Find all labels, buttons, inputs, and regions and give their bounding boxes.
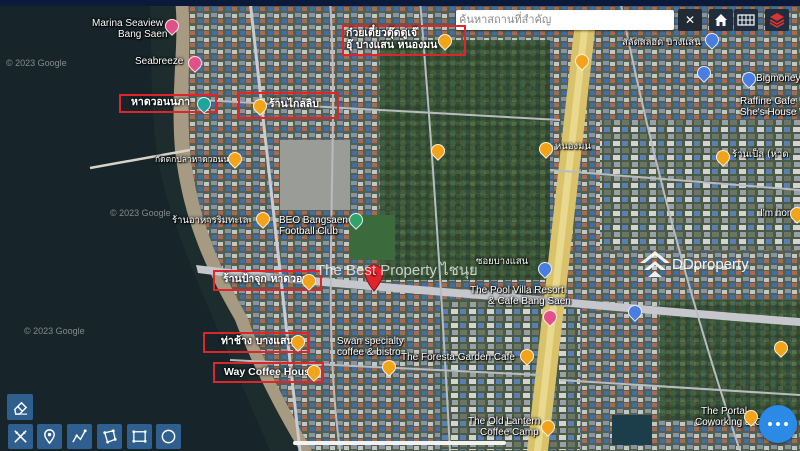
- label-beo-bangsaen[interactable]: BEO Bangsaen Football Club: [279, 215, 348, 237]
- circle-icon: [161, 429, 176, 444]
- marker-tool-button[interactable]: [37, 424, 62, 449]
- label-swan-coffee[interactable]: Swan specialty coffee & bistro: [337, 336, 404, 358]
- ddproperty-logo-icon: [640, 251, 670, 277]
- label-bigmoney[interactable]: Bigmoney: [756, 73, 800, 84]
- clear-search-button[interactable]: ✕: [678, 9, 702, 31]
- layers-button[interactable]: [765, 9, 789, 31]
- eraser-button[interactable]: [7, 394, 33, 420]
- close-icon: ✕: [684, 13, 696, 27]
- map-copyright: © 2023 Google: [110, 208, 171, 218]
- home-indicator: [293, 441, 506, 445]
- label-had-won-napa[interactable]: หาดวอนนภา: [131, 96, 190, 109]
- polygon-icon: [103, 429, 117, 444]
- ruler-icon: [14, 430, 27, 443]
- label-raan-pen[interactable]: ร้านเป็ล (หาด: [732, 149, 789, 160]
- location-pin-icon: [44, 429, 55, 445]
- label-rim-restaurant[interactable]: ร้านอาหารริมทะเล: [172, 215, 248, 226]
- eraser-icon: [13, 401, 27, 415]
- more-dot: [776, 422, 780, 426]
- search-box[interactable]: [456, 10, 674, 30]
- label-salad[interactable]: สลัดสลอด บางแสน: [622, 37, 701, 48]
- label-marina-seaview[interactable]: Marina Seaview Bang Saen: [92, 18, 168, 40]
- label-nong-mon[interactable]: หนองมน: [555, 141, 591, 152]
- label-klai-lip[interactable]: ร้านไกลลิบ: [269, 98, 319, 111]
- map-copyright: © 2023 Google: [6, 58, 67, 68]
- label-seabreeze[interactable]: Seabreeze: [135, 56, 183, 67]
- map-view[interactable]: ✕ Marina SeaviewBang Saen Seabreeze กัดต…: [0, 0, 800, 451]
- more-options-button[interactable]: [759, 405, 797, 443]
- route-tool-button[interactable]: [67, 424, 92, 449]
- search-input[interactable]: [459, 11, 669, 28]
- rectangle-icon: [132, 430, 147, 443]
- watermark-text: The Best Property ไชนุย: [316, 262, 478, 279]
- grid-button[interactable]: [734, 9, 758, 31]
- home-icon: [715, 14, 727, 26]
- map-copyright: © 2023 Google: [24, 326, 85, 336]
- label-way-coffee-house[interactable]: Way Coffee House: [224, 366, 316, 379]
- grid-icon: [737, 14, 755, 26]
- label-kuay-tiew[interactable]: ก๋วยเตี๋ยวตุ๊ดตู่เจ๊ อุ๊ บางแสน หนองมน: [346, 27, 437, 51]
- layers-icon: [769, 13, 785, 28]
- more-dot: [768, 422, 772, 426]
- label-tha-chang[interactable]: ท่าช้าง บางแสน: [221, 335, 294, 348]
- label-old-lantern[interactable]: The Old Lantern Coffee Camp: [468, 416, 540, 438]
- label-pa-juk[interactable]: ร้านป้าจุก หาดวอน: [223, 273, 309, 286]
- label-soi-bangsaen[interactable]: ซอยบางแสน: [476, 256, 528, 267]
- satellite-map[interactable]: [0, 0, 800, 451]
- status-bar: [0, 0, 800, 6]
- label-pool-villa[interactable]: The Pool Villa Resort & Cafe Bang Saen: [470, 285, 571, 307]
- route-icon: [72, 429, 87, 443]
- polygon-tool-button[interactable]: [97, 424, 122, 449]
- more-dot: [784, 422, 788, 426]
- ddproperty-brand: DDproperty: [672, 256, 749, 273]
- home-button[interactable]: [709, 9, 733, 31]
- label-foresta-garden[interactable]: The Foresta Garden Cafe: [401, 352, 515, 363]
- ruler-tool-button[interactable]: [8, 424, 33, 449]
- circle-tool-button[interactable]: [156, 424, 181, 449]
- rectangle-tool-button[interactable]: [127, 424, 152, 449]
- label-raffine-cafe[interactable]: Raffine CafeShe's House W: [740, 96, 800, 118]
